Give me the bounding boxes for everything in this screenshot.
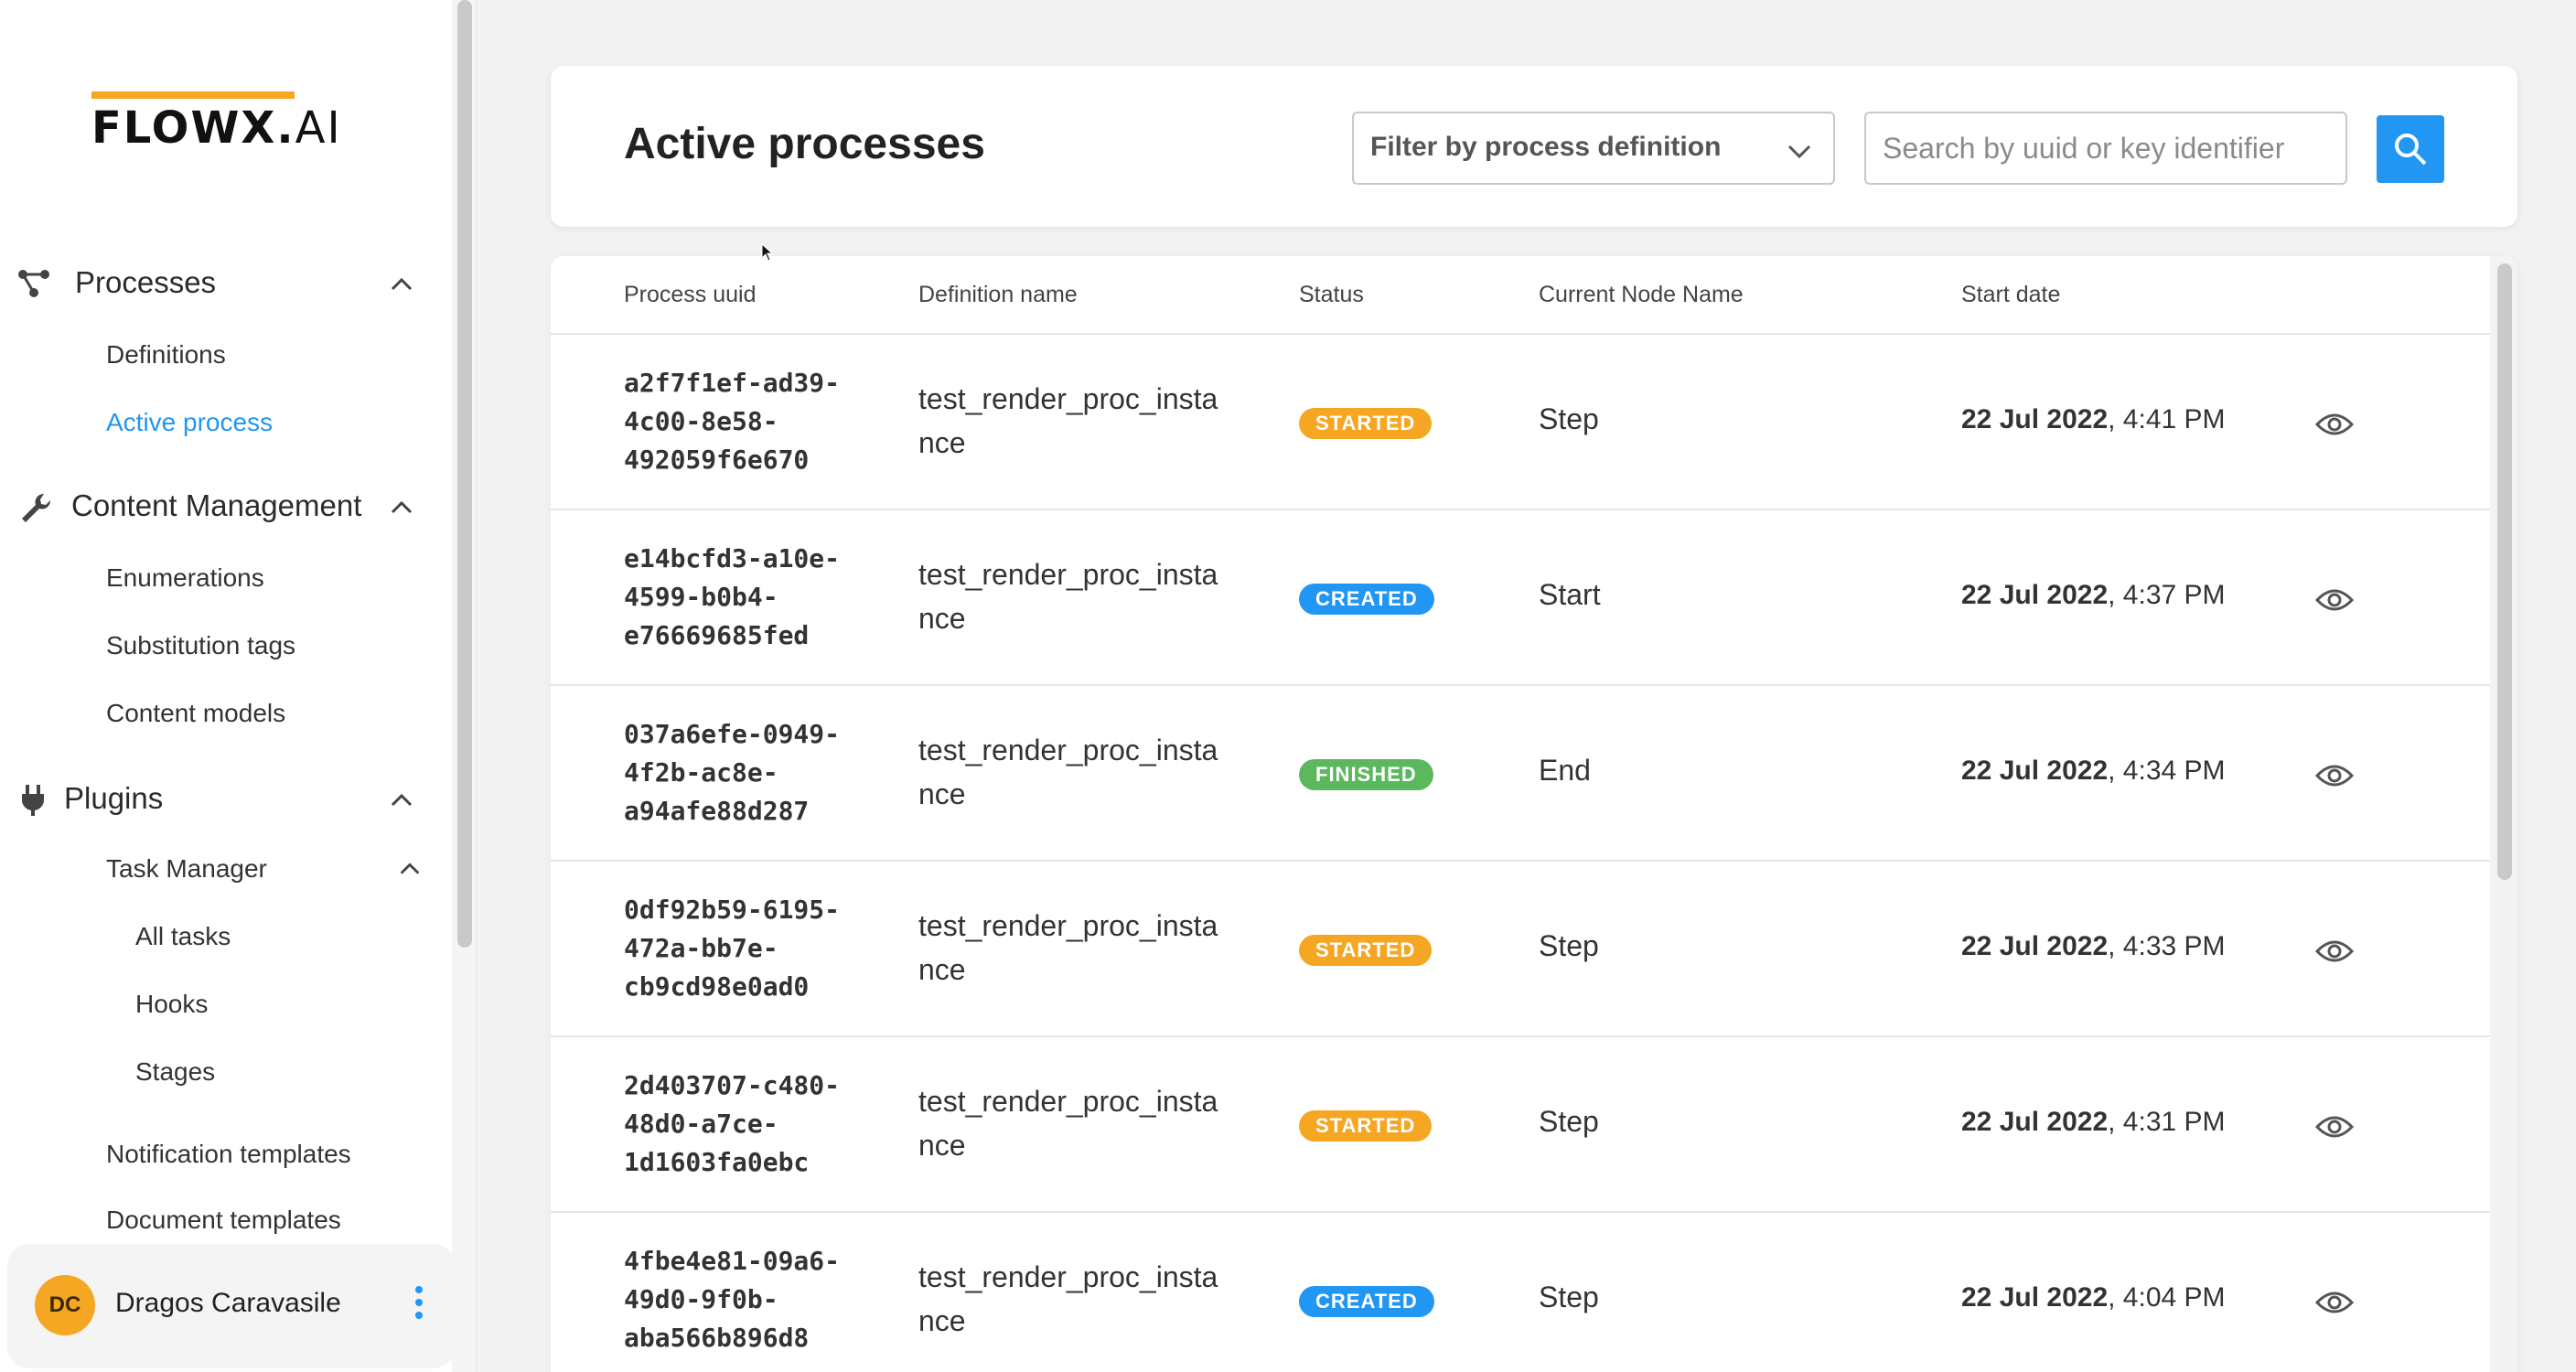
sidebar-item-enumerations[interactable]: Enumerations: [106, 563, 264, 593]
start-date: 22 Jul 2022, 4:34 PM: [1961, 756, 2226, 786]
process-uuid: a2f7f1ef-ad39-4c00-8e58-492059f6e670: [624, 368, 841, 475]
table-header: Process uuid Definition name Status Curr…: [551, 256, 2490, 335]
sidebar-item-substitution-tags[interactable]: Substitution tags: [106, 631, 295, 660]
table-row[interactable]: 037a6efe-0949-4f2b-ac8e-a94afe88d287 tes…: [551, 686, 2490, 862]
nav-group-processes[interactable]: Processes: [0, 258, 439, 309]
start-date: 22 Jul 2022, 4:33 PM: [1961, 931, 2226, 961]
nav-group-content-management[interactable]: Content Management: [0, 481, 439, 532]
column-header-current-node: Current Node Name: [1539, 282, 1744, 307]
sidebar-item-all-tasks[interactable]: All tasks: [135, 922, 231, 951]
processes-table: Process uuid Definition name Status Curr…: [551, 256, 2517, 1372]
status-badge: CREATED: [1299, 1286, 1434, 1317]
logo-text: FLOWX.AI: [91, 102, 342, 154]
eye-icon[interactable]: [2314, 933, 2355, 970]
table-row[interactable]: e14bcfd3-a10e-4599-b0b4-e76669685fed tes…: [551, 510, 2490, 686]
status-badge: STARTED: [1299, 1110, 1433, 1142]
sidebar-item-stages[interactable]: Stages: [135, 1057, 215, 1087]
start-date: 22 Jul 2022, 4:04 PM: [1961, 1282, 2226, 1313]
sidebar-item-hooks[interactable]: Hooks: [135, 990, 208, 1019]
status-badge: CREATED: [1299, 584, 1434, 615]
sidebar-item-active-process[interactable]: Active process: [106, 408, 273, 437]
start-date: 22 Jul 2022, 4:41 PM: [1961, 404, 2226, 434]
table-scrollbar-thumb[interactable]: [2497, 263, 2512, 880]
process-uuid: 037a6efe-0949-4f2b-ac8e-a94afe88d287: [624, 719, 841, 826]
nav-group-label: Processes: [75, 265, 217, 299]
eye-icon[interactable]: [2314, 1284, 2355, 1321]
table-row[interactable]: 4fbe4e81-09a6-49d0-9f0b-aba566b896d8 tes…: [551, 1213, 2490, 1372]
process-uuid: e14bcfd3-a10e-4599-b0b4-e76669685fed: [624, 543, 841, 650]
search-icon: [2395, 134, 2427, 166]
nav-group-label: Content Management: [71, 488, 362, 522]
definition-name: test_render_proc_instance: [918, 382, 1218, 459]
status-badge: FINISHED: [1299, 759, 1433, 790]
sidebar-item-definitions[interactable]: Definitions: [106, 340, 226, 370]
header-card: Active processes Filter by process defin…: [551, 66, 2517, 227]
column-header-definition-name: Definition name: [918, 282, 1078, 307]
status-badge: STARTED: [1299, 408, 1433, 439]
table-row[interactable]: 2d403707-c480-48d0-a7ce-1d1603fa0ebc tes…: [551, 1037, 2490, 1213]
definition-name: test_render_proc_instance: [918, 734, 1218, 810]
page-title: Active processes: [624, 120, 985, 168]
definition-name: test_render_proc_instance: [918, 909, 1218, 986]
start-date: 22 Jul 2022, 4:31 PM: [1961, 1107, 2226, 1137]
filter-placeholder: Filter by process definition: [1370, 132, 1722, 162]
chevron-down-icon: [1787, 145, 1811, 159]
wrench-icon: [22, 493, 51, 522]
definition-name: test_render_proc_instance: [918, 558, 1218, 635]
chevron-up-icon[interactable]: [397, 856, 423, 882]
plug-icon: [22, 785, 44, 816]
process-uuid: 0df92b59-6195-472a-bb7e-cb9cd98e0ad0: [624, 895, 841, 1002]
nav-group-label: Plugins: [64, 781, 164, 815]
process-icon: [18, 270, 49, 297]
current-node-name: Step: [1539, 1281, 1599, 1313]
current-node-name: End: [1539, 754, 1591, 787]
sidebar-item-label: Task Manager: [106, 854, 267, 883]
sidebar-item-content-models[interactable]: Content models: [106, 699, 285, 728]
start-date: 22 Jul 2022, 4:37 PM: [1961, 580, 2226, 610]
logo-accent-bar: [91, 91, 295, 99]
status-badge: STARTED: [1299, 935, 1433, 966]
search-input[interactable]: [1864, 112, 2347, 185]
sidebar-scrollbar-thumb[interactable]: [457, 0, 472, 948]
chevron-up-icon[interactable]: [388, 494, 415, 521]
current-node-name: Step: [1539, 1105, 1599, 1138]
user-name: Dragos Caravasile: [115, 1288, 341, 1318]
sidebar: FLOWX.AI Processes Definitions Active pr…: [0, 0, 478, 1372]
column-header-process-uuid: Process uuid: [624, 282, 757, 307]
chevron-up-icon[interactable]: [388, 787, 415, 814]
process-uuid: 2d403707-c480-48d0-a7ce-1d1603fa0ebc: [624, 1070, 841, 1177]
eye-icon[interactable]: [2314, 582, 2355, 618]
process-definition-filter[interactable]: Filter by process definition: [1352, 112, 1835, 185]
nav-group-plugins[interactable]: Plugins: [0, 774, 439, 825]
flowx-logo[interactable]: FLOWX.AI: [91, 91, 344, 154]
eye-icon[interactable]: [2314, 1109, 2355, 1145]
column-header-start-date: Start date: [1961, 282, 2061, 307]
current-node-name: Start: [1539, 578, 1601, 611]
current-node-name: Step: [1539, 402, 1599, 435]
current-node-name: Step: [1539, 929, 1599, 962]
sidebar-item-document-templates[interactable]: Document templates: [106, 1206, 341, 1235]
eye-icon[interactable]: [2314, 406, 2355, 443]
cursor-icon: [761, 243, 774, 262]
definition-name: test_render_proc_instance: [918, 1085, 1218, 1162]
process-uuid: 4fbe4e81-09a6-49d0-9f0b-aba566b896d8: [624, 1246, 841, 1353]
column-header-status: Status: [1299, 282, 1364, 307]
table-row[interactable]: 0df92b59-6195-472a-bb7e-cb9cd98e0ad0 tes…: [551, 862, 2490, 1037]
user-card[interactable]: DC Dragos Caravasile: [7, 1244, 456, 1368]
sidebar-item-task-manager[interactable]: Task Manager: [0, 845, 439, 893]
avatar: DC: [35, 1275, 95, 1335]
more-options-icon[interactable]: [410, 1281, 428, 1332]
table-row[interactable]: a2f7f1ef-ad39-4c00-8e58-492059f6e670 tes…: [551, 335, 2490, 510]
sidebar-item-notification-templates[interactable]: Notification templates: [106, 1140, 351, 1169]
definition-name: test_render_proc_instance: [918, 1260, 1218, 1337]
search-button[interactable]: [2377, 115, 2444, 183]
chevron-up-icon[interactable]: [388, 271, 415, 298]
eye-icon[interactable]: [2314, 757, 2355, 794]
